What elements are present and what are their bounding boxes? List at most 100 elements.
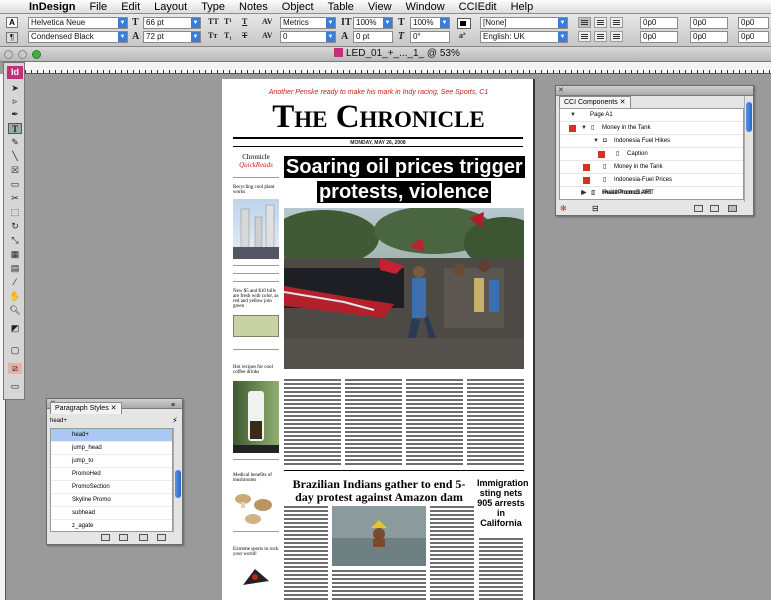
quickreads-column[interactable]: Chronicle QuickReads Recycling cool plan… [233,153,279,600]
close-icon[interactable]: ✕ [620,99,626,106]
style-item-z-agate[interactable]: z_agate [51,520,172,531]
panel-menu-icon[interactable]: ≡ [171,402,175,409]
font-style-field[interactable]: Condensed Black ▼ [28,31,128,43]
hand-tool-icon[interactable]: ✋ [8,291,22,302]
quickread-item[interactable]: Recycling cool plant works [233,185,279,195]
menu-type[interactable]: Type [194,1,232,13]
menu-window[interactable]: Window [399,1,452,13]
justify-all-button[interactable] [610,31,623,42]
protest-photo[interactable] [284,208,524,369]
styles-scrollbar[interactable] [173,428,181,532]
language-field[interactable]: English: UK ▼ [480,31,568,43]
main-story-columns[interactable] [284,379,524,467]
lightning-icon[interactable]: ⚡︎ [172,416,178,425]
first-line-indent-field[interactable]: 0p0 [640,31,678,43]
character-style-field[interactable]: [None] ▼ [480,17,568,29]
refresh-icon[interactable]: ✻ [560,204,567,213]
secondary-headline[interactable]: Brazilian Indians gather to end 5-day pr… [284,478,474,504]
coffee-drink-photo[interactable] [233,381,279,453]
tracking-field[interactable]: 0 ▼ [280,31,336,43]
main-headline[interactable]: Soaring oil prices trigger protests, vio… [284,155,525,205]
river-swimmer-photo[interactable] [332,506,426,566]
paragraph-mode-icon[interactable]: ¶ [6,32,18,43]
horizontal-scale-field[interactable]: 100% ▼ [410,17,450,29]
menu-view[interactable]: View [361,1,399,13]
font-size-field[interactable]: 66 pt ▼ [143,17,201,29]
font-family-field[interactable]: Helvetica Neue ▼ [28,17,128,29]
menu-notes[interactable]: Notes [232,1,275,13]
quickread-item[interactable]: New $5 and $10 bills are fresh with colo… [233,289,279,309]
scale-tool-icon[interactable]: ⤡ [8,235,22,246]
small-caps-icon[interactable]: Tт [208,31,217,40]
menu-table[interactable]: Table [321,1,361,13]
quickread-item[interactable]: Hot recipes for cool coffee drinks [233,365,279,375]
scrollbar-thumb[interactable] [175,470,181,498]
cci-scrollbar[interactable] [744,96,753,202]
justify-center-button[interactable] [594,31,607,42]
line-tool-icon[interactable]: ╲ [8,151,22,162]
note-tool-icon[interactable]: ▤ [8,263,22,274]
new-style-button[interactable] [139,534,148,541]
baseline-shift-field[interactable]: 0 pt [353,31,393,43]
horizontal-ruler[interactable] [19,62,771,74]
masthead[interactable]: The Chronicle [222,99,533,136]
newspaper-page[interactable]: Another Penske ready to make his mark in… [222,79,535,600]
menu-file[interactable]: File [82,1,114,13]
style-item-jump-head[interactable]: jump_head [51,442,172,455]
zoom-window-button[interactable] [32,50,41,59]
formatting-affects-icon[interactable]: ▢ [8,345,22,356]
quickread-item[interactable]: Medical benefits of mushrooms [233,473,279,483]
panel-title-bar[interactable] [556,86,753,96]
factory-photo[interactable] [233,199,279,259]
menu-edit[interactable]: Edit [114,1,147,13]
screen-mode-icon[interactable]: ▭ [8,381,22,392]
strikethrough-icon[interactable]: T [242,31,247,40]
tree-row[interactable]: ▶ ▯ HealthPromo3.ART [559,187,744,200]
space-before-field[interactable]: 0p0 [738,17,769,29]
mushrooms-photo[interactable] [233,487,279,527]
selection-tool-icon[interactable]: ➤ [8,83,22,94]
tab-paragraph-styles[interactable]: Paragraph Styles ✕ [50,402,122,414]
tree-row[interactable]: ▯ Money in the Tank [560,161,743,174]
skew-field[interactable]: 0° [410,31,450,43]
close-window-button[interactable] [4,50,13,59]
delete-style-icon[interactable] [157,534,166,541]
space-after-field[interactable]: 0p0 [738,31,769,43]
tab-cci-components[interactable]: CCI Components ✕ [559,96,631,108]
expand-triangle-icon[interactable]: ▼ [593,135,599,148]
link-component-button[interactable] [710,205,719,212]
tree-row[interactable]: ▯ Caption [560,148,743,161]
rotate-tool-icon[interactable]: ↻ [8,221,22,232]
pen-tool-icon[interactable]: ✒ [8,109,22,120]
style-item-head-plus[interactable]: head+ [51,429,172,442]
clear-overrides-button[interactable] [119,534,128,541]
tree-row[interactable]: ▼ Page A1 [560,109,743,122]
side-story-headline[interactable]: Immigration sting nets 905 arrests in Ca… [477,478,529,528]
quickread-item[interactable]: Extreme sports to rock your world! [233,547,279,557]
style-item-skyline-promo[interactable]: Skyline Promo [51,494,172,507]
style-item-subhead[interactable]: subhead [51,507,172,520]
paragraph-styles-panel[interactable]: ✕ Paragraph Styles ✕ ≡ head+ ⚡︎ head+ ju… [46,398,183,545]
cci-components-panel[interactable]: ✕ CCI Components ✕ ▼ Page A1 ▼ ▯ Money i… [555,85,754,216]
direct-selection-tool-icon[interactable]: ▹ [8,96,22,107]
rectangle-tool-icon[interactable]: ▭ [8,179,22,190]
last-line-indent-field[interactable]: 0p0 [690,31,728,43]
superscript-icon[interactable]: T¹ [224,17,232,26]
layout-icon[interactable]: ⊟ [592,204,599,213]
character-mode-icon[interactable]: A [6,17,18,28]
gradient-tool-icon[interactable]: ▦ [8,249,22,260]
free-transform-tool-icon[interactable]: ⬚ [8,207,22,218]
justify-left-button[interactable] [578,31,591,42]
menu-app-name[interactable]: InDesign [22,1,82,13]
left-indent-field[interactable]: 0p0 [640,17,678,29]
align-left-button[interactable] [578,17,591,28]
rectangle-frame-tool-icon[interactable]: ☒ [8,165,22,176]
kerning-field[interactable]: Metrics ▼ [280,17,336,29]
tree-row[interactable]: ▼ ▯ Money in the Tank [560,122,743,135]
banknote-photo[interactable] [233,315,279,337]
type-tool-icon[interactable]: T [8,123,22,134]
minimize-window-button[interactable] [18,50,27,59]
underline-icon[interactable]: T [242,17,247,26]
expand-triangle-icon[interactable]: ▶ [581,187,586,200]
menu-layout[interactable]: Layout [147,1,194,13]
